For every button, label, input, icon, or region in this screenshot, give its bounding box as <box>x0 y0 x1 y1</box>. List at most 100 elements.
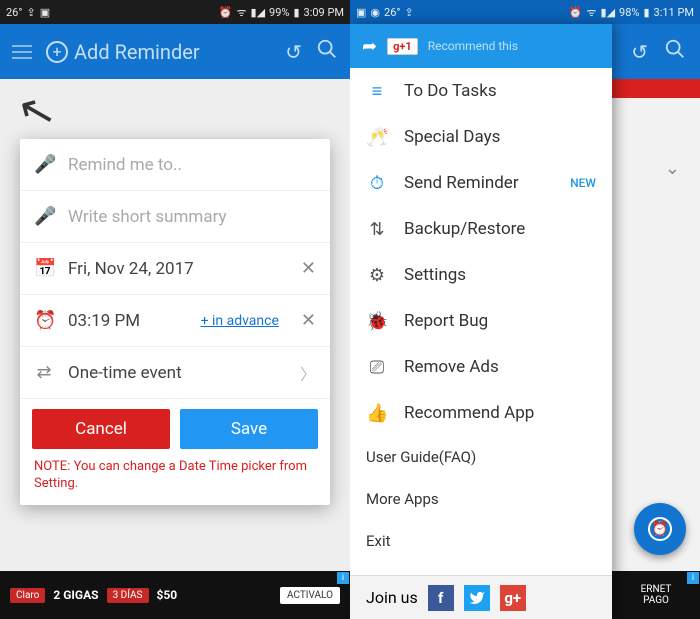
backup-icon: ⇅ <box>366 219 388 240</box>
camera-icon: ◉ <box>370 6 380 19</box>
mic-icon[interactable]: 🎤 <box>34 154 54 175</box>
ad-info-icon[interactable]: i <box>687 572 699 584</box>
chevron-down-icon[interactable]: ⌄ <box>665 158 680 179</box>
drawer-item-more-apps[interactable]: More Apps <box>350 478 612 520</box>
drawer-item-user-guide[interactable]: User Guide(FAQ) <box>350 436 612 478</box>
twitter-icon[interactable] <box>464 585 490 611</box>
ad-info-icon[interactable]: i <box>337 572 349 584</box>
drawer-item-label: Remove Ads <box>404 357 596 377</box>
alarm-send-icon: ⏱ <box>366 173 388 194</box>
clear-time-icon[interactable]: ✕ <box>301 310 316 331</box>
ad-text: 2 GIGAS <box>53 588 98 602</box>
calendar-icon: 📅 <box>34 258 54 279</box>
ad-banner-partial[interactable]: i ERNET PAGO <box>612 571 700 619</box>
picture-icon: ▣ <box>356 6 366 19</box>
drawer-item-label: Send Reminder <box>404 173 554 193</box>
dropbox-icon: ⇪ <box>405 6 414 19</box>
battery-percent: 99% <box>269 6 289 19</box>
chevron-right-icon: 〉 <box>300 361 316 385</box>
alarm-icon: ⏰ <box>569 6 583 19</box>
list-icon: ≡ <box>366 81 388 102</box>
summary-input[interactable]: Write short summary <box>68 207 316 227</box>
new-badge: NEW <box>570 176 596 190</box>
drawer-item-label: Special Days <box>404 127 596 147</box>
drawer-item-send-reminder[interactable]: ⏱ Send Reminder NEW <box>350 160 612 206</box>
add-reminder-fab[interactable]: ⏰ <box>634 503 686 555</box>
ad-cta-button[interactable]: ACTIVALO <box>280 587 340 604</box>
date-value[interactable]: Fri, Nov 24, 2017 <box>68 259 287 279</box>
drawer-item-remove-ads[interactable]: ⎚ Remove Ads <box>350 344 612 390</box>
temp-indicator: 26° <box>6 6 22 19</box>
history-icon[interactable]: ↺ <box>631 40 648 64</box>
repeat-value[interactable]: One-time event <box>68 363 286 383</box>
drawer-item-label: Recommend App <box>404 403 596 423</box>
drawer-item-backup[interactable]: ⇅ Backup/Restore <box>350 206 612 252</box>
cancel-button[interactable]: Cancel <box>32 409 170 449</box>
clock-time: 3:11 PM <box>654 6 694 19</box>
dropbox-icon: ⇪ <box>26 6 35 19</box>
navigation-drawer: ➦ g+1 Recommend this ≡ To Do Tasks 🥂 Spe… <box>350 24 612 619</box>
time-row[interactable]: ⏰ 03:19 PM + in advance ✕ <box>20 295 330 347</box>
drawer-item-recommend-app[interactable]: 👍 Recommend App <box>350 390 612 436</box>
drawer-header: ➦ g+1 Recommend this <box>350 24 612 68</box>
add-reminder-title[interactable]: + Add Reminder <box>46 40 271 64</box>
repeat-row[interactable]: ⇄ One-time event 〉 <box>20 347 330 399</box>
menu-icon[interactable] <box>12 45 32 59</box>
ad-brand: Claro <box>10 588 45 603</box>
share-icon[interactable]: ➦ <box>362 36 377 57</box>
clear-date-icon[interactable]: ✕ <box>301 258 316 279</box>
repeat-icon: ⇄ <box>34 362 54 383</box>
battery-icon: ▮ <box>643 6 649 19</box>
search-icon[interactable] <box>664 38 686 65</box>
temp-indicator: 26° <box>384 6 400 19</box>
drawer-item-label: To Do Tasks <box>404 81 596 101</box>
alarm-icon: ⏰ <box>219 6 233 19</box>
drawer-item-todo[interactable]: ≡ To Do Tasks <box>350 68 612 114</box>
dialog-note: NOTE: You can change a Date Time picker … <box>20 459 330 505</box>
ad-banner[interactable]: Claro 2 GIGAS 3 DÍAS $50 ACTIVALO i <box>0 571 350 619</box>
alarm-plus-icon: ⏰ <box>648 517 672 541</box>
arrow-decoration: ↖ <box>12 81 61 141</box>
in-advance-link[interactable]: + in advance <box>201 313 279 329</box>
screenshot-icon: ▣ <box>40 6 50 19</box>
plus-circle-icon: + <box>46 41 68 63</box>
drawer-join-us: Join us f g+ <box>350 575 612 619</box>
thumbs-up-icon: 👍 <box>366 403 388 424</box>
remind-title-input[interactable]: Remind me to.. <box>68 155 316 175</box>
drawer-item-label: Backup/Restore <box>404 219 596 239</box>
join-us-label: Join us <box>366 588 418 607</box>
phone-right-screenshot: ▣ ◉ 26° ⇪ ⏰ ᯤ ▮◢ 98% ▮ 3:11 PM ↺ ⌄ ⏰ <box>350 0 700 619</box>
drawer-item-report-bug[interactable]: 🐞 Report Bug <box>350 298 612 344</box>
drawer-item-label: User Guide(FAQ) <box>366 448 596 466</box>
facebook-icon[interactable]: f <box>428 585 454 611</box>
drawer-item-settings[interactable]: ⚙ Settings <box>350 252 612 298</box>
google-plus-badge[interactable]: g+1 <box>387 38 418 55</box>
ads-icon: ⎚ <box>366 357 388 378</box>
drawer-item-label: Report Bug <box>404 311 596 331</box>
drawer-item-special-days[interactable]: 🥂 Special Days <box>350 114 612 160</box>
status-bar: ▣ ◉ 26° ⇪ ⏰ ᯤ ▮◢ 98% ▮ 3:11 PM <box>350 0 700 24</box>
drawer-item-exit[interactable]: Exit <box>350 520 612 562</box>
date-row[interactable]: 📅 Fri, Nov 24, 2017 ✕ <box>20 243 330 295</box>
search-icon[interactable] <box>316 38 338 65</box>
save-button[interactable]: Save <box>180 409 318 449</box>
clock-time: 3:09 PM <box>304 6 344 19</box>
phone-left-screenshot: 26° ⇪ ▣ ⏰ ᯤ ▮◢ 99% ▮ 3:09 PM + Add Remin… <box>0 0 350 619</box>
signal-icon: ▮◢ <box>601 6 616 19</box>
add-reminder-dialog: 🎤 Remind me to.. 🎤 Write short summary 📅… <box>20 139 330 505</box>
drawer-list: ≡ To Do Tasks 🥂 Special Days ⏱ Send Remi… <box>350 68 612 575</box>
appbar-title-label: Add Reminder <box>74 40 200 64</box>
drawer-item-label: Settings <box>404 265 596 285</box>
dialog-buttons: Cancel Save <box>20 399 330 459</box>
history-icon[interactable]: ↺ <box>285 40 302 64</box>
ad-text-2: PAGO <box>643 595 669 606</box>
summary-row[interactable]: 🎤 Write short summary <box>20 191 330 243</box>
time-value[interactable]: 03:19 PM <box>68 311 187 331</box>
wifi-icon: ᯤ <box>586 5 596 20</box>
remind-title-row[interactable]: 🎤 Remind me to.. <box>20 139 330 191</box>
google-plus-icon[interactable]: g+ <box>500 585 526 611</box>
recommend-text[interactable]: Recommend this <box>428 39 518 53</box>
ad-days: 3 DÍAS <box>107 588 149 603</box>
mic-icon[interactable]: 🎤 <box>34 206 54 227</box>
ad-price: $50 <box>157 588 178 602</box>
